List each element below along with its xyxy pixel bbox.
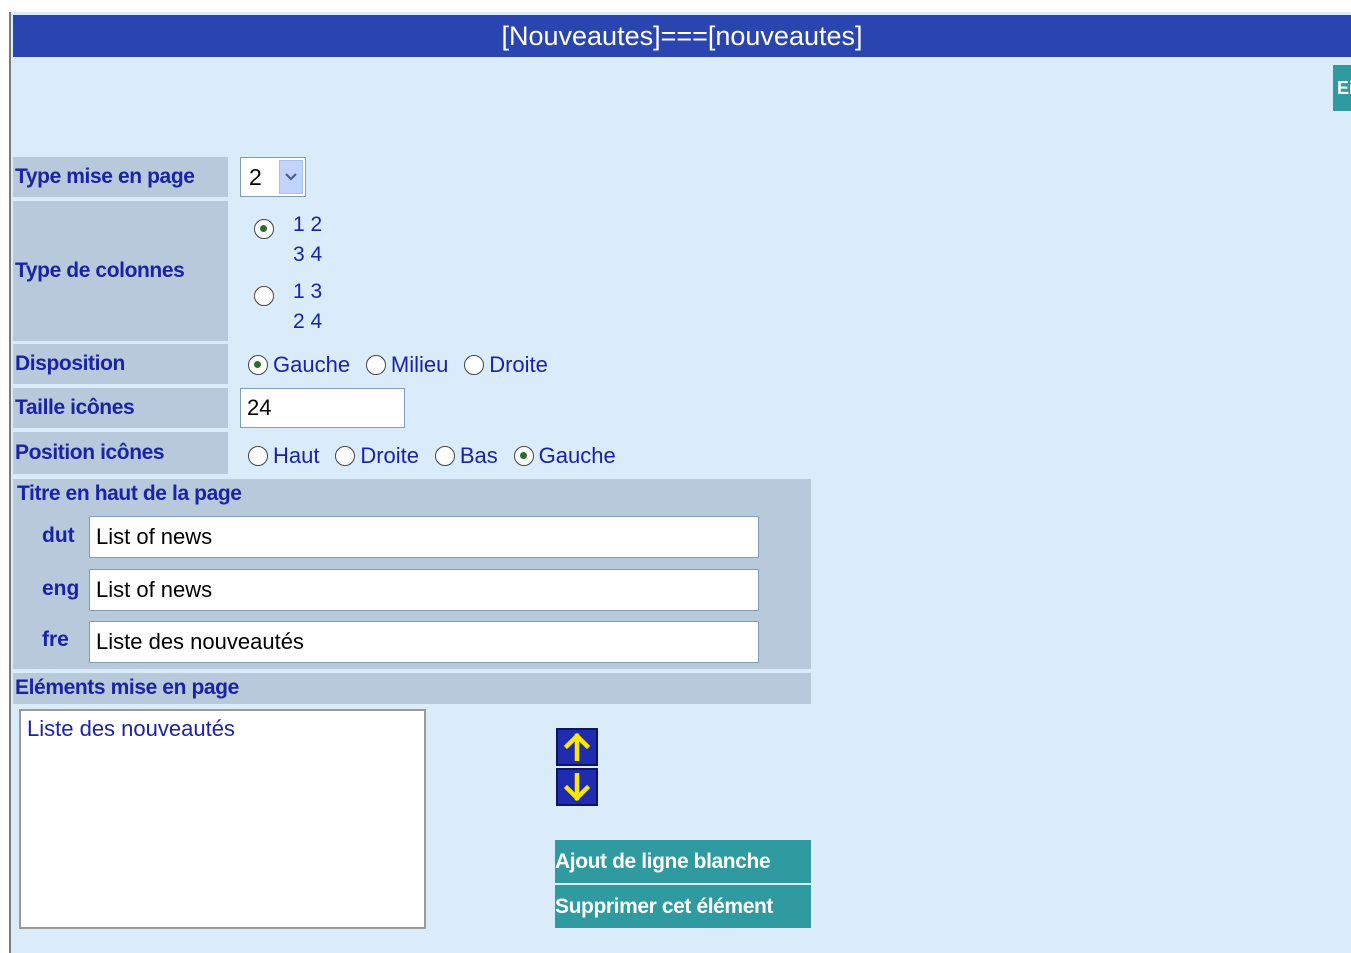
icon-position-radio-group: Haut Droite Bas Gauche: [248, 443, 626, 472]
title-input-eng[interactable]: List of news: [89, 569, 759, 611]
column-type-option-2: 1 3 2 4: [293, 277, 322, 337]
disposition-radio-group: Gauche Milieu Droite: [248, 352, 558, 381]
lang-code-eng: eng: [42, 577, 80, 600]
icon-size-label: Taille icônes: [13, 388, 228, 428]
disposition-label-milieu: Milieu: [390, 352, 449, 377]
disposition-radio-milieu[interactable]: [365, 355, 386, 375]
icon-position-option-bas[interactable]: Bas: [434, 443, 498, 469]
column-type-option-1-line1: 1 2: [293, 213, 323, 236]
icon-position-label-haut: Haut: [273, 443, 320, 468]
icon-position-radio-bas[interactable]: [434, 446, 455, 466]
icon-size-input[interactable]: 24: [240, 388, 405, 428]
arrow-up-icon: [564, 733, 590, 761]
disposition-label: Disposition: [13, 344, 228, 384]
icon-position-label-gauche: Gauche: [538, 443, 616, 468]
title-input-fre[interactable]: Liste des nouveautés: [89, 621, 759, 663]
layout-type-select[interactable]: 2: [240, 157, 306, 197]
disposition-radio-gauche[interactable]: [248, 355, 268, 375]
disposition-radio-droite[interactable]: [464, 355, 485, 375]
column-type-option-1-line2: 3 4: [293, 243, 323, 266]
layout-type-label: Type mise en page: [13, 157, 228, 197]
top-strip: [0, 0, 1351, 12]
icon-position-label-droite: Droite: [360, 443, 420, 468]
move-down-button[interactable]: [556, 768, 598, 806]
layout-elements-listbox[interactable]: Liste des nouveautés: [19, 709, 426, 929]
page-title: [Nouveautes]===[nouveautes]: [13, 15, 1351, 57]
column-type-radio-1234[interactable]: [254, 219, 274, 239]
lang-code-fre: fre: [42, 628, 69, 651]
icon-position-radio-haut[interactable]: [248, 446, 268, 466]
column-type-option-2-line1: 1 3: [293, 280, 323, 303]
page-title-heading: Titre en haut de la page: [17, 482, 242, 505]
title-input-dut[interactable]: List of news: [89, 516, 759, 558]
disposition-label-droite: Droite: [489, 352, 548, 377]
column-type-radio-1324[interactable]: [254, 286, 274, 306]
disposition-option-droite[interactable]: Droite: [464, 352, 548, 378]
add-blank-line-button[interactable]: Ajout de ligne blanche: [555, 840, 811, 883]
icon-position-option-haut[interactable]: Haut: [248, 443, 319, 469]
layout-elements-heading: Eléments mise en page: [15, 676, 239, 699]
left-border-line: [9, 12, 11, 953]
icon-position-option-droite[interactable]: Droite: [335, 443, 419, 469]
column-type-option-1: 1 2 3 4: [293, 210, 322, 270]
delete-element-button[interactable]: Supprimer cet élément: [555, 885, 811, 928]
list-item[interactable]: Liste des nouveautés: [27, 716, 418, 742]
arrow-down-icon: [564, 773, 590, 801]
lang-code-dut: dut: [42, 524, 75, 547]
chevron-down-icon[interactable]: [279, 160, 303, 194]
icon-position-option-gauche[interactable]: Gauche: [513, 443, 616, 469]
disposition-option-gauche[interactable]: Gauche: [248, 352, 350, 378]
column-type-option-2-line2: 2 4: [293, 310, 323, 333]
layout-type-value: 2: [249, 163, 262, 190]
icon-position-label-bas: Bas: [459, 443, 498, 468]
move-up-button[interactable]: [556, 728, 598, 766]
disposition-label-gauche: Gauche: [273, 352, 351, 377]
icon-position-radio-droite[interactable]: [335, 446, 356, 466]
column-type-label: Type de colonnes: [13, 201, 228, 341]
icon-position-label: Position icônes: [13, 432, 228, 474]
icon-position-radio-gauche[interactable]: [513, 446, 534, 466]
disposition-option-milieu[interactable]: Milieu: [365, 352, 449, 378]
top-right-button[interactable]: Ei: [1333, 65, 1351, 111]
